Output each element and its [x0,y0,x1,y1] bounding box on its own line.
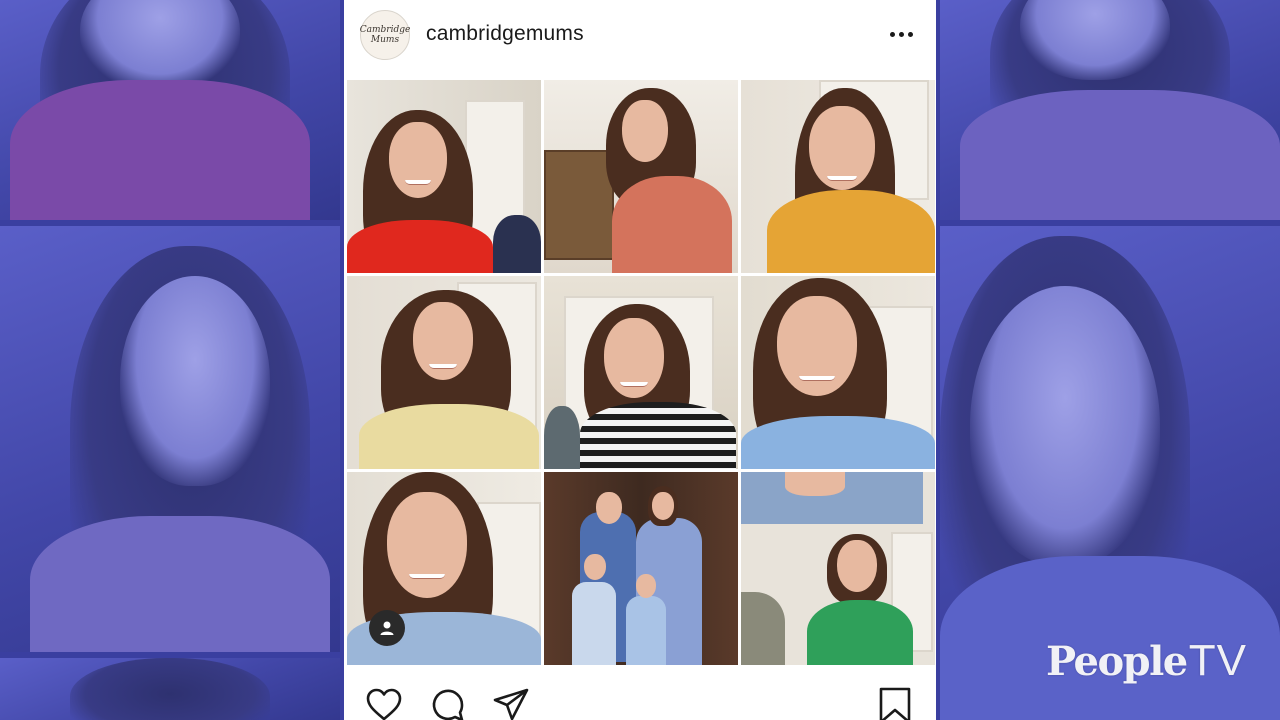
grid-tile-1 [347,80,541,273]
watermark-brand: People [1046,638,1188,685]
avatar-text: Cambridge Mums [359,25,411,45]
bookmark-icon[interactable] [876,686,914,720]
backdrop-tile-right-top [940,0,1280,220]
peopletv-logo: People TV [1046,636,1247,686]
photo-grid[interactable] [347,80,935,666]
grid-tile-9 [741,472,935,665]
backdrop-tile-left-bottom [0,658,340,720]
grid-tile-8 [544,472,738,665]
profile-avatar[interactable]: Cambridge Mums [360,10,410,60]
post-header: Cambridge Mums cambridgemums [344,0,936,72]
backdrop-tile-left-top [0,0,340,220]
grid-tile-5 [544,276,738,469]
grid-tile-7 [347,472,541,665]
comment-icon[interactable] [429,686,467,720]
grid-tile-3 [741,80,935,273]
post-actions [344,672,936,720]
heart-icon[interactable] [365,686,403,720]
more-options-icon[interactable] [884,22,918,46]
backdrop-tile-left-mid [0,226,340,652]
watermark-suffix: TV [1188,636,1247,685]
grid-tile-4 [347,276,541,469]
grid-tile-6 [741,276,935,469]
username[interactable]: cambridgemums [426,22,584,46]
paper-plane-icon[interactable] [492,686,530,720]
tagged-user-icon[interactable] [369,610,405,646]
instagram-post: Cambridge Mums cambridgemums [344,0,936,720]
grid-tile-2 [544,80,738,273]
